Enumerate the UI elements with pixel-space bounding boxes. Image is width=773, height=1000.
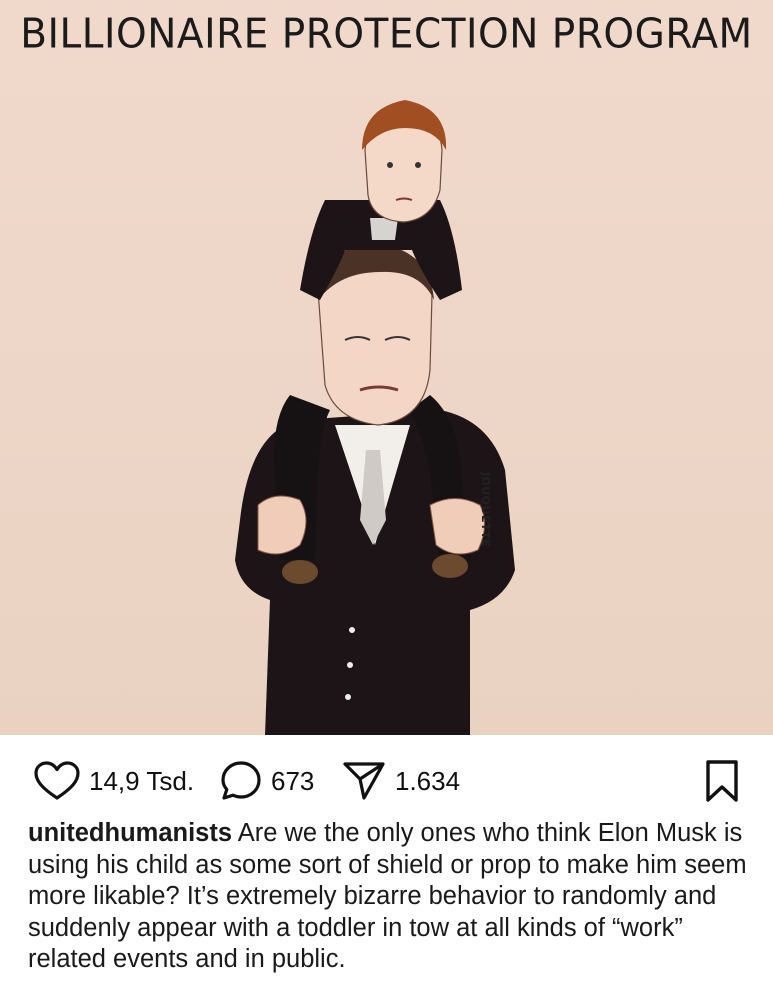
share-count[interactable]: 1.634 <box>395 766 460 797</box>
like-action[interactable]: 14,9 Tsd. <box>34 761 194 801</box>
like-count[interactable]: 14,9 Tsd. <box>89 766 194 797</box>
heart-icon[interactable] <box>34 761 80 801</box>
post-image[interactable]: BILLIONAIRE PROTECTION PROGRAM JDUQUETTE <box>0 0 773 735</box>
share-action[interactable]: 1.634 <box>342 761 460 801</box>
artist-signature: JDUQUETTE <box>479 472 492 548</box>
caption-username[interactable]: unitedhumanists <box>28 819 232 847</box>
bookmark-icon[interactable] <box>705 759 739 803</box>
comment-action[interactable]: 673 <box>220 761 314 801</box>
post-caption: unitedhumanists Are we the only ones who… <box>28 818 758 976</box>
paper-plane-icon[interactable] <box>342 761 386 801</box>
comment-bubble-icon[interactable] <box>220 760 262 802</box>
illustration <box>235 100 515 735</box>
comment-count[interactable]: 673 <box>271 766 314 797</box>
action-bar: 14,9 Tsd. 673 1.634 <box>0 735 773 825</box>
save-action[interactable] <box>705 759 739 808</box>
